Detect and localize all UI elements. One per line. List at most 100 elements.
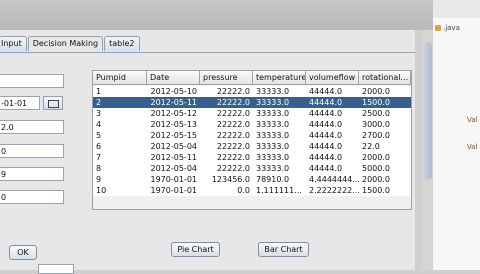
tab-decision-making[interactable]: Decision Making [27, 36, 104, 51]
table-cell: 78910.0 [256, 175, 290, 184]
table-cell: 22222.0 [216, 87, 250, 96]
table-cell: 2012-05-11 [150, 98, 198, 107]
table-cell: 3000.0 [362, 120, 390, 129]
table-row[interactable]: 4 2012-05-13 22222.0 33333.0 44444.0 3000.0 [93, 119, 411, 130]
code-editor-panel: .java Val Val [433, 0, 480, 270]
table-row[interactable]: 8 2012-05-04 22222.0 33333.0 44444.0 5000.0 [93, 163, 411, 174]
table-cell: 33333.0 [256, 131, 290, 140]
table-row[interactable]: 7 2012-05-11 22222.0 33333.0 44444.0 2000.0 [93, 152, 411, 163]
table-cell: 2500.0 [362, 109, 390, 118]
table-row[interactable]: 5 2012-05-15 22222.0 33333.0 44444.0 2700.0 [93, 130, 411, 141]
table-cell: 22222.0 [216, 153, 250, 162]
table-row[interactable]: 9 1970-01-01 123456.0 78910.0 4.4444444... 20… [93, 174, 411, 185]
table-cell: 33333.0 [256, 142, 290, 151]
table-row[interactable]: 2 2012-05-11 22222.0 33333.0 44444.0 1500.0 [93, 97, 411, 108]
table-cell: 0.0 [237, 186, 250, 195]
table-cell: 1500.0 [362, 186, 390, 195]
table-cell: 4.4444444... [309, 175, 359, 184]
calendar-icon [47, 100, 59, 108]
volumeflow-field[interactable]: 9 [0, 167, 64, 181]
java-file-icon [435, 25, 441, 31]
table-cell: 44444.0 [309, 98, 343, 107]
column-header-pressure[interactable]: pressure [200, 71, 253, 85]
table-cell: 22222.0 [216, 109, 250, 118]
table-cell: 44444.0 [309, 153, 343, 162]
table-cell: 5000.0 [362, 164, 390, 173]
pump-id-field[interactable] [0, 74, 64, 88]
table-cell: 44444.0 [309, 142, 343, 151]
table-cell: 22222.0 [216, 164, 250, 173]
table-cell: 10 [96, 186, 107, 195]
table-body: 1 2012-05-10 22222.0 33333.0 44444.0 2000.0 2 2… [93, 86, 411, 196]
table-cell: 4 [96, 120, 102, 129]
tab-strip: Input Decision Making table2 [0, 36, 141, 52]
table-cell: 44444.0 [309, 120, 343, 129]
pressure-field[interactable]: 2.0 [0, 120, 64, 134]
table-cell: 123456.0 [211, 175, 250, 184]
table-cell: 1970-01-01 [150, 186, 198, 195]
table-cell: 22222.0 [216, 131, 250, 140]
table-cell: 1500.0 [362, 98, 390, 107]
bar-chart-button[interactable]: Bar Chart [258, 242, 309, 257]
table-cell: 6 [96, 142, 102, 151]
table-cell: 1 [96, 87, 102, 96]
ok-button[interactable]: OK [9, 245, 37, 260]
column-header-date[interactable]: Date [147, 71, 200, 85]
code-text-2: Val [467, 143, 478, 151]
scrollbar-thumb[interactable] [424, 42, 432, 180]
column-header-rotational[interactable]: rotational... [359, 71, 411, 85]
table-row[interactable]: 1 2012-05-10 22222.0 33333.0 44444.0 2000.0 [93, 86, 411, 97]
table-cell: 2012-05-11 [150, 153, 198, 162]
table-cell: 2012-05-10 [150, 87, 198, 96]
tab-divider [0, 52, 415, 53]
table-cell: 33333.0 [256, 98, 290, 107]
table-row[interactable]: 3 2012-05-12 22222.0 33333.0 44444.0 2500.0 [93, 108, 411, 119]
table-cell: 2000.0 [362, 175, 390, 184]
table-cell: 2012-05-15 [150, 131, 198, 140]
column-header-pumpid[interactable]: Pumpid [93, 71, 147, 85]
column-header-volumeflow[interactable]: volumeflow [306, 71, 359, 85]
table-cell: 2000.0 [362, 153, 390, 162]
table-cell: 2012-05-04 [150, 142, 198, 151]
table-cell: 5 [96, 131, 102, 140]
table-row[interactable]: 6 2012-05-04 22222.0 33333.0 44444.0 22.0 [93, 141, 411, 152]
vertical-scrollbar[interactable] [423, 30, 433, 270]
table-header: Pumpid Date pressure temperature volumef… [93, 71, 411, 85]
table-row[interactable]: 10 1970-01-01 0.0 1.111111... 2.2222222... 15… [93, 185, 411, 196]
table-cell: 22222.0 [216, 142, 250, 151]
table-cell: 1.111111... [256, 186, 302, 195]
pump-table: Pumpid Date pressure temperature volumef… [92, 70, 412, 210]
date-field[interactable]: -01-01 [0, 96, 40, 110]
pie-chart-button[interactable]: Pie Chart [171, 242, 220, 257]
table-cell: 3 [96, 109, 102, 118]
table-cell: 2 [96, 98, 102, 107]
table-cell: 2012-05-04 [150, 164, 198, 173]
table-cell: 2012-05-13 [150, 120, 198, 129]
table-cell: 33333.0 [256, 164, 290, 173]
calendar-button[interactable] [43, 96, 63, 110]
table-cell: 44444.0 [309, 131, 343, 140]
table-cell: 44444.0 [309, 87, 343, 96]
code-text-1: Val [467, 116, 478, 124]
bottom-dropdown[interactable] [38, 264, 74, 274]
table-cell: 22222.0 [216, 98, 250, 107]
table-cell: 22.0 [362, 142, 380, 151]
tab-table2[interactable]: table2 [104, 36, 140, 51]
table-cell: 9 [96, 175, 102, 184]
table-cell: 2000.0 [362, 87, 390, 96]
table-cell: 2012-05-12 [150, 109, 198, 118]
table-cell: 22222.0 [216, 120, 250, 129]
tab-input[interactable]: Input [0, 36, 27, 51]
column-header-temperature[interactable]: temperature [253, 71, 306, 85]
table-cell: 33333.0 [256, 87, 290, 96]
table-cell: 2700.0 [362, 131, 390, 140]
table-cell: 7 [96, 153, 102, 162]
window-titlebar [0, 0, 480, 30]
editor-tab-label[interactable]: .java [443, 24, 480, 34]
temperature-field[interactable]: 0 [0, 144, 64, 158]
rotational-field[interactable]: 0 [0, 190, 64, 204]
table-cell: 33333.0 [256, 109, 290, 118]
table-cell: 2.2222222... [309, 186, 359, 195]
table-cell: 44444.0 [309, 164, 343, 173]
table-cell: 33333.0 [256, 153, 290, 162]
